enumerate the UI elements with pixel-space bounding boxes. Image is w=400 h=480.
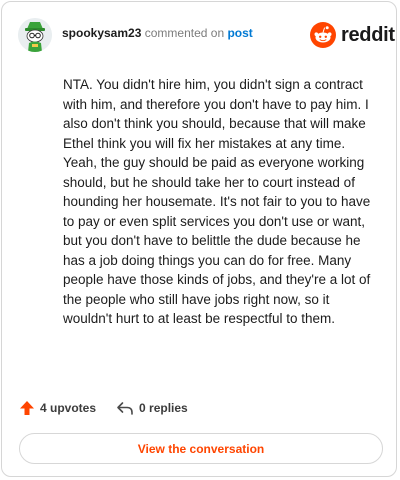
username[interactable]: spookysam23 [62,26,141,40]
avatar[interactable] [18,18,52,52]
post-link[interactable]: post [227,26,252,40]
reddit-logo-icon [310,22,336,48]
comment-header: spookysam23 commented on post [62,25,253,41]
reply-arrow-icon [117,402,133,415]
reddit-wordmark: reddit [341,23,395,46]
replies-count: 0 replies [139,401,188,415]
upvote-arrow-icon [20,401,34,415]
comment-body: NTA. You didn't hire him, you didn't sig… [63,77,371,326]
upvotes[interactable]: 4 upvotes [19,400,96,416]
replies[interactable]: 0 replies [116,400,188,416]
comment-footer: 4 upvotes 0 replies [19,398,188,418]
reddit-brand[interactable]: reddit [310,21,395,49]
action-text: commented on [144,26,225,40]
upvotes-count: 4 upvotes [40,401,97,415]
comment-card: spookysam23 commented on post reddit NTA… [1,1,397,477]
view-conversation-button[interactable]: View the conversation [19,433,383,464]
snoo-avatar-icon [18,18,52,52]
